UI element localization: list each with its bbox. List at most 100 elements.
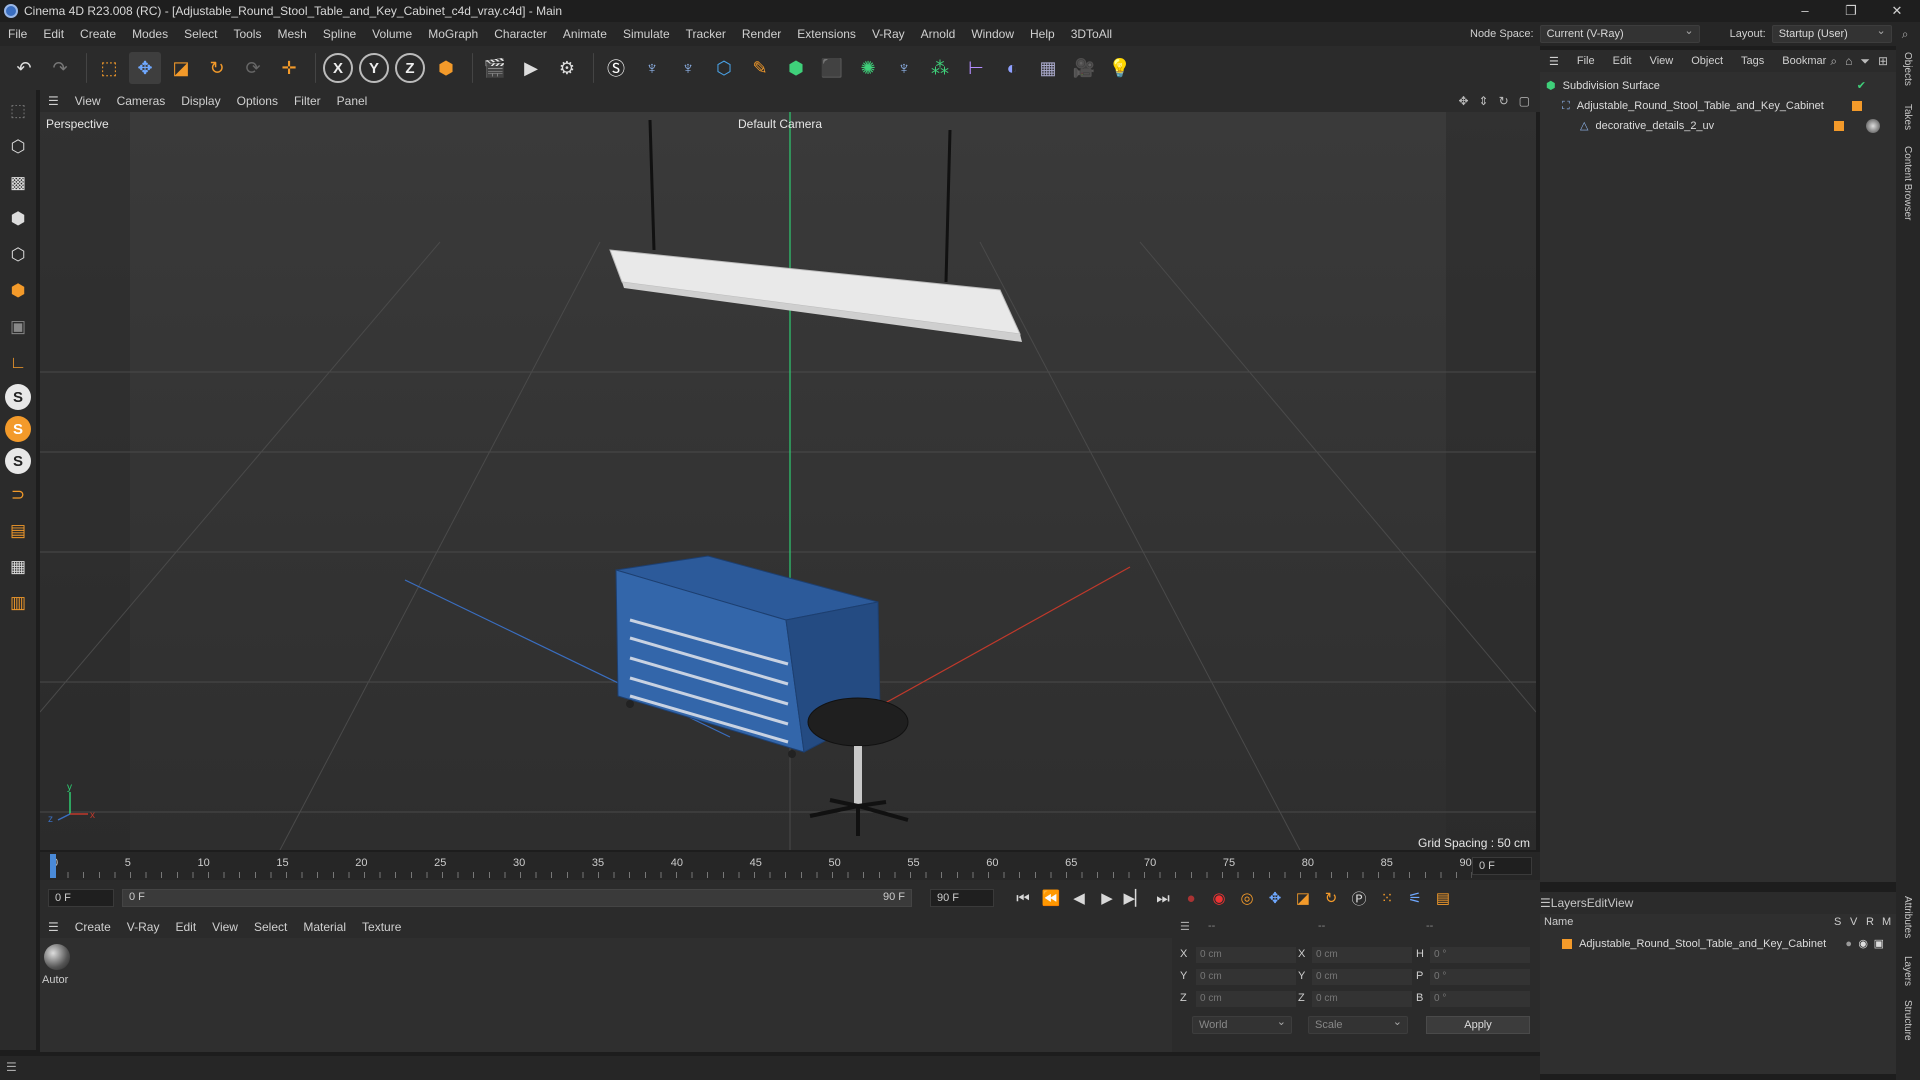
rotate-tool-icon[interactable]: ↻ xyxy=(201,52,233,84)
layers-menu-layers[interactable]: Layers xyxy=(1551,896,1587,910)
rotation-h-field[interactable]: 0 ° xyxy=(1430,947,1530,963)
uv-mode-icon[interactable]: ▣ xyxy=(3,312,33,342)
snap-icon[interactable]: S xyxy=(5,384,31,410)
python-script-icon[interactable]: ♆ xyxy=(636,52,668,84)
layers-hamburger-icon[interactable]: ☰ xyxy=(1540,896,1551,910)
menu-render[interactable]: Render xyxy=(734,22,789,46)
viewport-camera-label[interactable]: Default Camera xyxy=(738,117,822,131)
material-menu-select[interactable]: Select xyxy=(246,920,295,934)
size-x-field[interactable]: 0 cm xyxy=(1312,947,1412,963)
objects-search-icon[interactable]: ⌕ xyxy=(1830,54,1837,69)
scale-tool-icon[interactable]: ◪ xyxy=(165,52,197,84)
enabled-check-icon[interactable]: ✔ xyxy=(1857,76,1866,96)
end-frame-field[interactable]: 90 F xyxy=(930,889,994,907)
objects-menu-bookmarks[interactable]: Bookmar xyxy=(1773,55,1835,67)
material-menu-view[interactable]: View xyxy=(204,920,246,934)
transform-tool-icon[interactable]: ⟳ xyxy=(237,52,269,84)
play-icon[interactable]: ▶ xyxy=(1094,885,1120,911)
material-menu-material[interactable]: Material xyxy=(295,920,354,934)
layer-solo-icon[interactable]: ● xyxy=(1845,934,1852,954)
material-menu-vray[interactable]: V-Ray xyxy=(119,920,168,934)
menu-arnold[interactable]: Arnold xyxy=(913,22,964,46)
mograph-cloner-icon[interactable]: ✺ xyxy=(852,52,884,84)
field-icon[interactable]: ◐ xyxy=(996,52,1028,84)
x-axis-lock-icon[interactable]: X xyxy=(322,52,354,84)
deformer-icon[interactable]: ⊢ xyxy=(960,52,992,84)
go-to-start-icon[interactable]: ⏮ xyxy=(1010,885,1036,911)
snap-settings-icon[interactable]: S xyxy=(5,416,31,442)
viewport-menu-cameras[interactable]: Cameras xyxy=(109,94,174,108)
material-menu-edit[interactable]: Edit xyxy=(167,920,204,934)
restore-button[interactable]: ❐ xyxy=(1828,0,1874,22)
viewport-maximize-icon[interactable]: ▢ xyxy=(1519,94,1530,108)
cloner-icon[interactable]: ⁂ xyxy=(924,52,956,84)
viewport-menu-filter[interactable]: Filter xyxy=(286,94,329,108)
viewport-rotate-icon[interactable]: ↻ xyxy=(1499,94,1509,108)
objects-menu-view[interactable]: View xyxy=(1641,55,1683,67)
undo-icon[interactable]: ↶ xyxy=(8,52,40,84)
timeline-window-icon[interactable]: ▤ xyxy=(1430,885,1456,911)
menu-tracker[interactable]: Tracker xyxy=(678,22,734,46)
motion-system-icon[interactable]: ⚟ xyxy=(1402,885,1428,911)
light-object-icon[interactable]: 💡 xyxy=(1104,52,1136,84)
material-list[interactable]: Autor xyxy=(40,938,1210,1052)
menu-tools[interactable]: Tools xyxy=(225,22,269,46)
pla-key-icon[interactable]: ⁙ xyxy=(1374,885,1400,911)
viewport-menu-view[interactable]: View xyxy=(67,94,109,108)
vray-logo-icon[interactable]: Ⓢ xyxy=(600,52,632,84)
menu-select[interactable]: Select xyxy=(176,22,225,46)
objects-filter-icon[interactable]: ⏷ xyxy=(1860,54,1870,69)
render-view-icon[interactable]: 🎬 xyxy=(479,52,511,84)
objects-menu-tags[interactable]: Tags xyxy=(1732,55,1773,67)
tab-takes[interactable]: Takes xyxy=(1902,104,1913,130)
size-z-field[interactable]: 0 cm xyxy=(1312,991,1412,1007)
tab-content-browser[interactable]: Content Browser xyxy=(1902,146,1913,220)
tab-attributes[interactable]: Attributes xyxy=(1902,896,1913,938)
minimize-button[interactable]: – xyxy=(1782,0,1828,22)
viewport-menu-panel[interactable]: Panel xyxy=(329,94,376,108)
objects-menu-file[interactable]: File xyxy=(1568,55,1604,67)
previous-frame-icon[interactable]: ◀ xyxy=(1066,885,1092,911)
magnet-icon[interactable]: ⊃ xyxy=(3,480,33,510)
edges-mode-icon[interactable]: ⬡ xyxy=(3,240,33,270)
layer-color-tag[interactable] xyxy=(1834,121,1844,131)
camera-object-icon[interactable]: 🎥 xyxy=(1068,52,1100,84)
layer-color-swatch[interactable] xyxy=(1562,939,1572,950)
transform-mode-dropdown[interactable]: Scale xyxy=(1308,1014,1408,1034)
viewport-menu-options[interactable]: Options xyxy=(229,94,286,108)
live-selection-icon[interactable]: ⬚ xyxy=(93,52,125,84)
next-frame-icon[interactable]: ▶▏ xyxy=(1122,885,1148,911)
frame-range-slider[interactable]: 0 F 90 F xyxy=(122,889,912,907)
object-row-decorative-details[interactable]: △ decorative_details_2_uv xyxy=(1580,116,1886,136)
material-name[interactable]: Autor xyxy=(42,974,68,986)
polygons-mode-icon[interactable]: ⬢ xyxy=(3,276,33,306)
keyframe-selection-icon[interactable]: ◎ xyxy=(1234,885,1260,911)
rotation-b-field[interactable]: 0 ° xyxy=(1430,991,1530,1007)
previous-key-icon[interactable]: ⏪ xyxy=(1038,885,1064,911)
axis-mode-icon[interactable]: ∟ xyxy=(3,348,33,378)
render-picture-viewer-icon[interactable]: ▶ xyxy=(515,52,547,84)
viewport-menu-display[interactable]: Display xyxy=(173,94,228,108)
record-keys-icon[interactable]: ● xyxy=(1178,885,1204,911)
locked-workplane-icon[interactable]: ▥ xyxy=(3,588,33,618)
subdivision-surface-icon[interactable]: ⬢ xyxy=(780,52,812,84)
timeline-ruler[interactable]: 0 5 10 15 20 25 30 35 40 45 50 55 60 65 … xyxy=(40,852,1540,880)
3d-viewport[interactable]: y x z xyxy=(40,112,1536,850)
node-space-dropdown[interactable]: Current (V-Ray) xyxy=(1539,23,1700,43)
objects-home-icon[interactable]: ⌂ xyxy=(1845,54,1852,69)
grid-icon[interactable]: ▦ xyxy=(3,552,33,582)
rotation-key-icon[interactable]: ↻ xyxy=(1318,885,1344,911)
viewport-zoom-icon[interactable]: ⇕ xyxy=(1479,94,1489,108)
menu-3dtoall[interactable]: 3DToAll xyxy=(1063,22,1120,46)
menu-vray[interactable]: V-Ray xyxy=(864,22,913,46)
layer-row[interactable]: Adjustable_Round_Stool_Table_and_Key_Cab… xyxy=(1562,934,1892,954)
parameter-key-icon[interactable]: Ⓟ xyxy=(1346,885,1372,911)
autokey-icon[interactable]: ◉ xyxy=(1206,885,1232,911)
rotation-p-field[interactable]: 0 ° xyxy=(1430,969,1530,985)
objects-new-window-icon[interactable]: ⊞ xyxy=(1878,54,1888,69)
material-menu-create[interactable]: Create xyxy=(67,920,119,934)
tab-layers[interactable]: Layers xyxy=(1902,956,1913,986)
floor-object-icon[interactable]: ▦ xyxy=(1032,52,1064,84)
object-row-subdivision-surface[interactable]: ⬢ Subdivision Surface ✔ xyxy=(1546,76,1886,96)
objects-menu-object[interactable]: Object xyxy=(1682,55,1732,67)
